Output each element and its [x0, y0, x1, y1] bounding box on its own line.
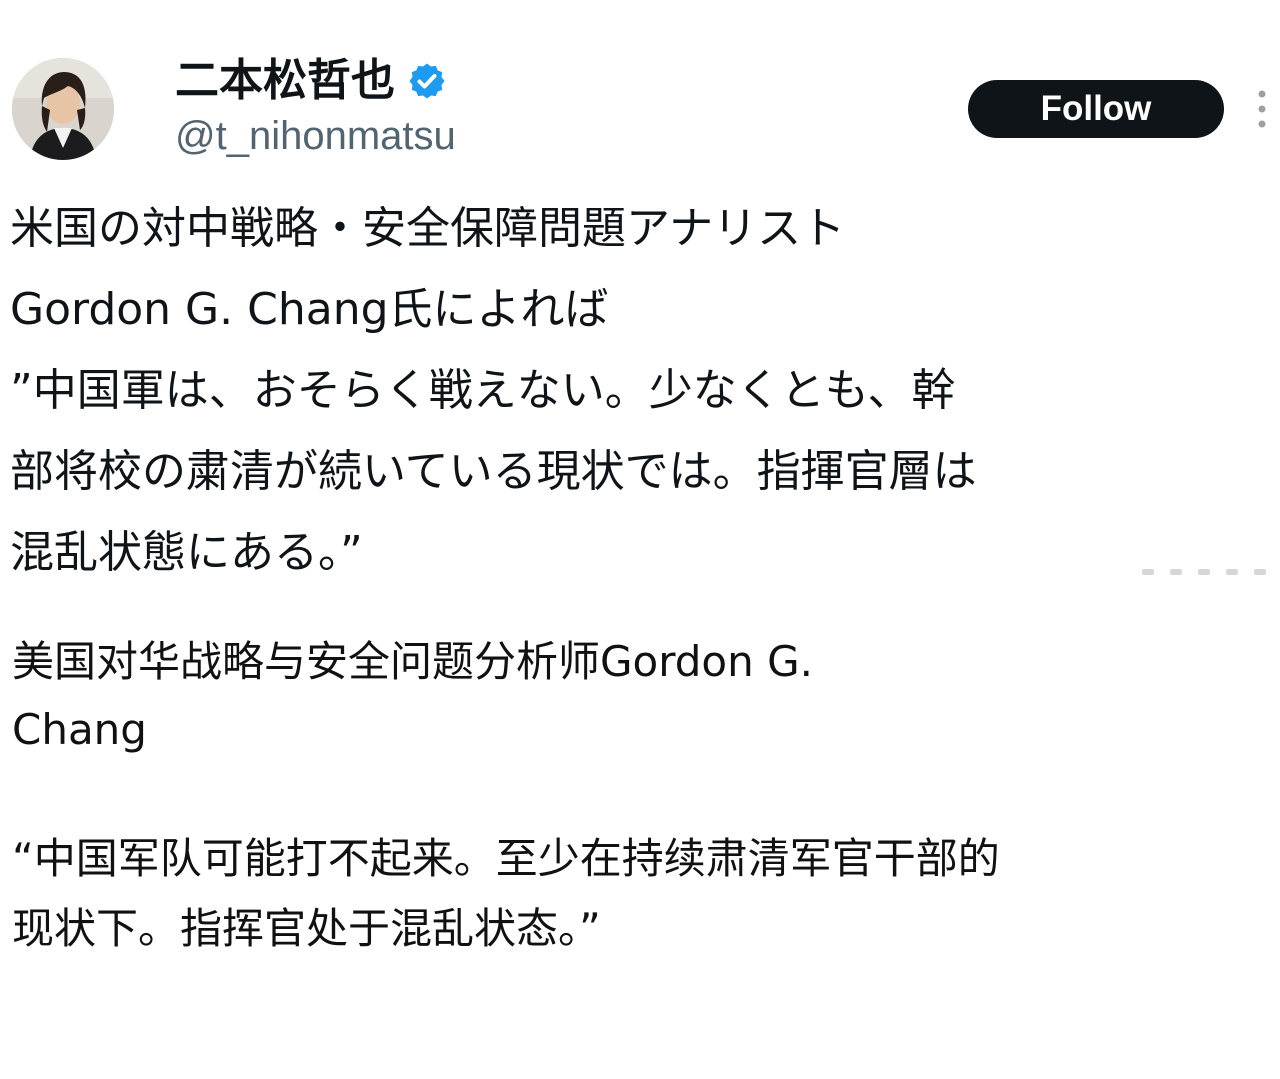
translation-quote-line: 现状下。指挥官处于混乱状态。”: [12, 904, 601, 953]
translation-quote: “中国军队可能打不起来。至少在持续肃清军官干部的 现状下。指挥官处于混乱状态。”: [12, 824, 1262, 964]
tweet-text-line: 米国の対中戦略・安全保障問題アナリスト: [10, 203, 846, 254]
tweet-text: 米国の対中戦略・安全保障問題アナリスト Gordon G. Chang氏によれば…: [10, 188, 1270, 593]
author-name-row: 二本松哲也: [175, 52, 447, 110]
more-vertical-icon[interactable]: [1252, 88, 1272, 130]
translation-intro-line: 美国对华战略与安全问题分析师Gordon G.: [12, 637, 813, 686]
profile-photo-icon: [12, 58, 114, 160]
translation-intro-line: Chang: [12, 705, 147, 754]
author-display-name[interactable]: 二本松哲也: [175, 52, 395, 110]
separator-dots-icon: [1142, 569, 1266, 575]
verified-badge-icon: [409, 63, 445, 99]
tweet-text-line: Gordon G. Chang氏によれば: [10, 284, 609, 335]
follow-button[interactable]: Follow: [968, 80, 1224, 138]
translation-intro: 美国对华战略与安全问题分析师Gordon G. Chang: [12, 628, 1262, 764]
tweet-text-line: 部将校の粛清が続いている現状では。指揮官層は: [10, 446, 977, 497]
tweet-text-line: 混乱状態にある。”: [10, 527, 363, 578]
tweet-text-line: ”中国軍は、おそらく戦えない。少なくとも、幹: [10, 365, 956, 416]
translation-quote-line: “中国军队可能打不起来。至少在持续肃清军官干部的: [12, 834, 1000, 883]
author-avatar[interactable]: [12, 58, 114, 160]
tweet-header: 二本松哲也 @t_nihonmatsu Follow: [0, 0, 1280, 170]
author-handle[interactable]: @t_nihonmatsu: [175, 112, 456, 160]
